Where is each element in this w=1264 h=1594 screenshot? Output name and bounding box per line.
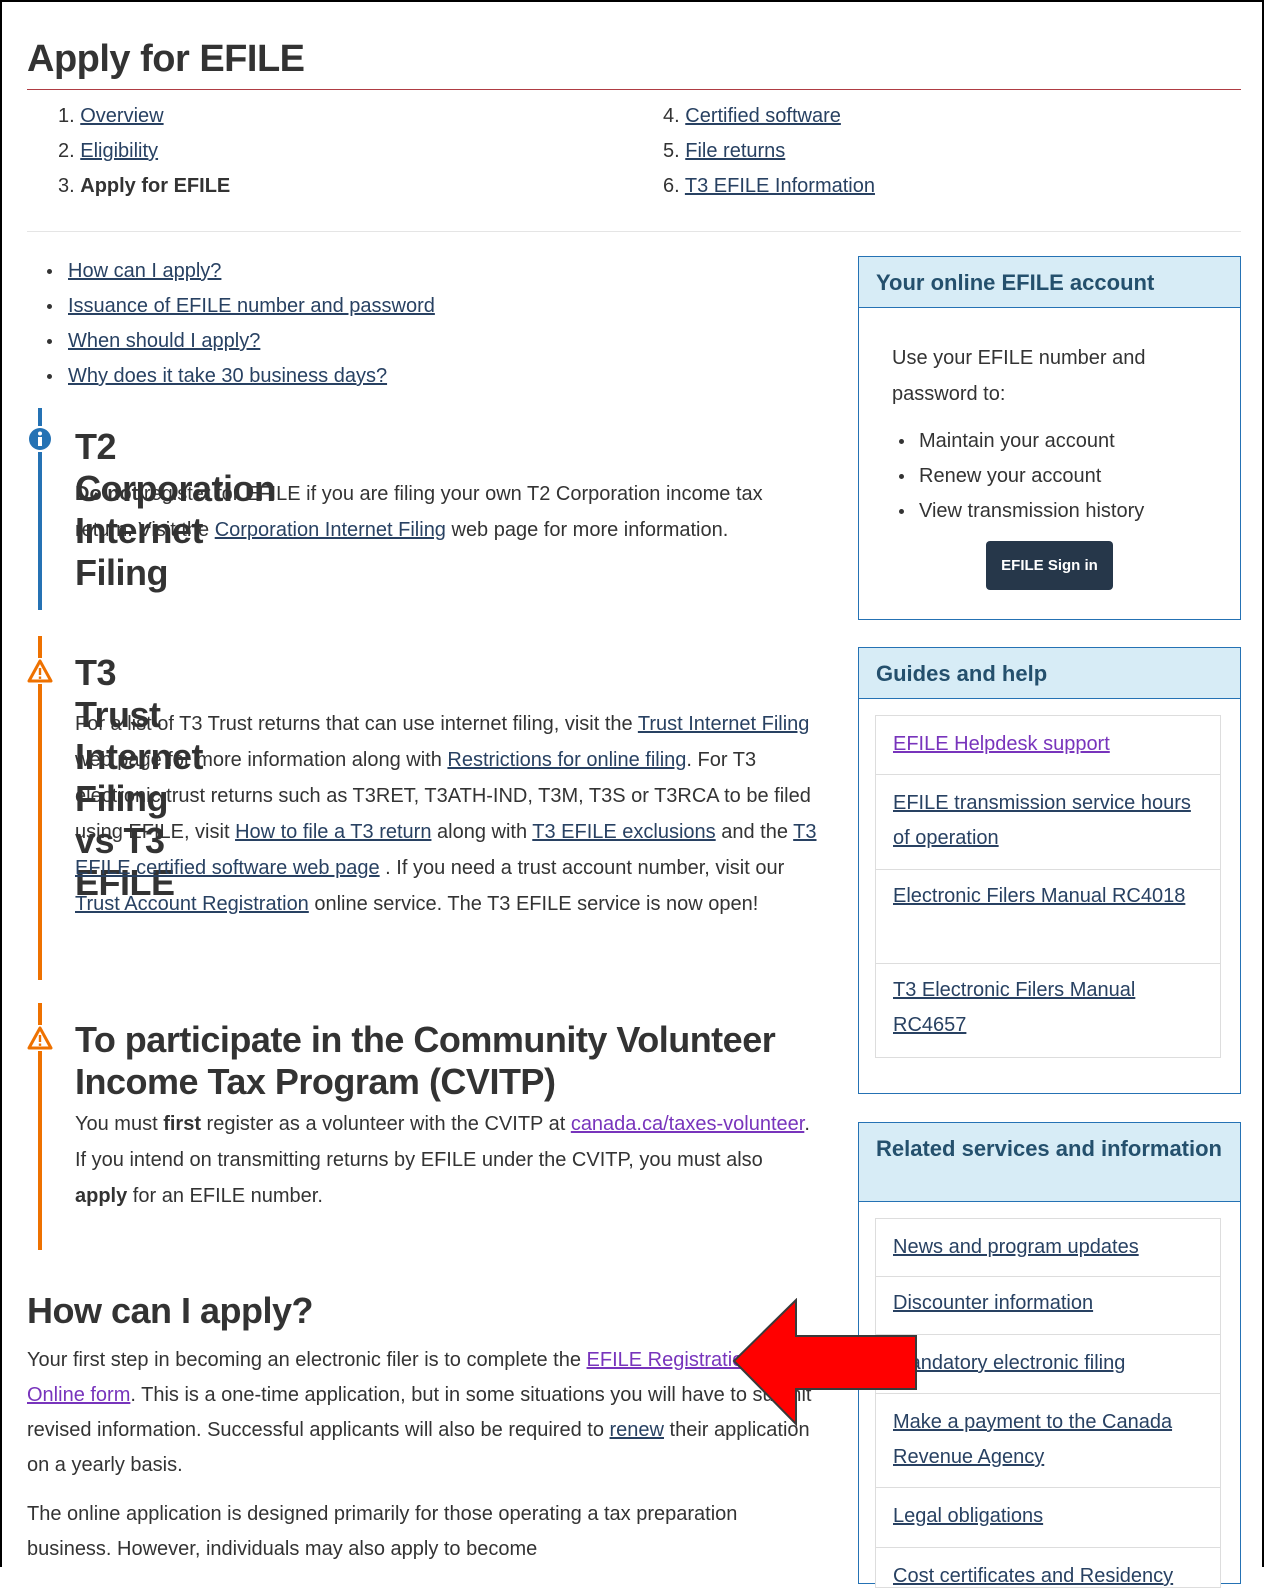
t2-text-part: web page for more information. bbox=[445, 519, 729, 541]
account-action-item: Maintain your account bbox=[897, 425, 1144, 460]
how-can-i-apply-heading: How can I apply? bbox=[27, 1290, 314, 1331]
title-rule bbox=[27, 89, 1241, 90]
step-current-apply: Apply for EFILE bbox=[80, 175, 231, 197]
related-list-item: Legal obligations bbox=[875, 1488, 1221, 1548]
news-updates-link[interactable]: News and program updates bbox=[893, 1236, 1139, 1258]
mandatory-efiling-link[interactable]: Mandatory electronic filing bbox=[893, 1352, 1125, 1374]
guides-list-item: EFILE transmission service hours of oper… bbox=[875, 775, 1221, 870]
toc-link-why-30-days[interactable]: Why does it take 30 business days? bbox=[68, 365, 387, 387]
trust-internet-filing-link[interactable]: Trust Internet Filing bbox=[638, 713, 810, 735]
toc-item: When should I apply? bbox=[35, 326, 435, 361]
steps-divider bbox=[27, 231, 1241, 232]
online-application-paragraph: The online application is designed prima… bbox=[27, 1503, 738, 1560]
step-item-t3-efile-info: 6. T3 EFILE Information bbox=[663, 172, 875, 207]
efile-account-panel: Your online EFILE account Use your EFILE… bbox=[858, 256, 1241, 620]
cvitp-alert-text: You must first register as a volunteer w… bbox=[75, 1106, 820, 1214]
related-list-item: Discounter information bbox=[875, 1277, 1221, 1335]
toc-item: How can I apply? bbox=[35, 256, 435, 291]
guides-list-item: T3 Electronic Filers Manual RC4657 bbox=[875, 964, 1221, 1058]
cvitp-text-part: register as a volunteer with the CVITP a… bbox=[201, 1113, 571, 1135]
step-link-file-returns[interactable]: File returns bbox=[685, 140, 785, 162]
step-number: 6. bbox=[663, 175, 680, 197]
step-item-eligibility: 2. Eligibility bbox=[58, 137, 230, 172]
how-text-part: Your first step in becoming an electroni… bbox=[27, 1349, 587, 1371]
t3-text-part: For a list of T3 Trust returns that can … bbox=[75, 713, 638, 735]
warning-triangle-icon bbox=[27, 658, 53, 684]
t3-efile-exclusions-link[interactable]: T3 EFILE exclusions bbox=[532, 821, 715, 843]
corporation-internet-filing-link[interactable]: Corporation Internet Filing bbox=[215, 519, 446, 541]
step-number: 2. bbox=[58, 140, 75, 162]
red-arrow-icon bbox=[732, 1298, 917, 1427]
how-to-file-t3-link[interactable]: How to file a T3 return bbox=[235, 821, 431, 843]
related-link-list: News and program updates Discounter info… bbox=[875, 1218, 1221, 1588]
guides-link-list: EFILE Helpdesk support EFILE transmissio… bbox=[875, 715, 1221, 1058]
electronic-filers-manual-link[interactable]: Electronic Filers Manual RC4018 bbox=[893, 885, 1185, 907]
transmission-hours-link[interactable]: EFILE transmission service hours of oper… bbox=[893, 792, 1191, 849]
cvitp-text-part: You must bbox=[75, 1113, 164, 1135]
trust-account-registration-link[interactable]: Trust Account Registration bbox=[75, 893, 309, 915]
step-item-apply: 3. Apply for EFILE bbox=[58, 172, 230, 207]
t3-text-part: along with bbox=[431, 821, 533, 843]
restrictions-online-filing-link[interactable]: Restrictions for online filing bbox=[447, 749, 686, 771]
related-list-item: Make a payment to the Canada Revenue Age… bbox=[875, 1394, 1221, 1488]
step-item-certified-software: 4. Certified software bbox=[663, 102, 875, 137]
toc-item: Why does it take 30 business days? bbox=[35, 361, 435, 396]
discounter-info-link[interactable]: Discounter information bbox=[893, 1292, 1093, 1314]
account-action-item: View transmission history bbox=[897, 495, 1144, 530]
step-link-certified-software[interactable]: Certified software bbox=[685, 105, 841, 127]
toc-link-when-apply[interactable]: When should I apply? bbox=[68, 330, 260, 352]
account-panel-heading: Your online EFILE account bbox=[859, 257, 1240, 308]
step-number: 4. bbox=[663, 105, 680, 127]
steps-nav-left: 1. Overview 2. Eligibility 3. Apply for … bbox=[58, 102, 230, 207]
legal-obligations-link[interactable]: Legal obligations bbox=[893, 1505, 1043, 1527]
t3-text-part: online service. The T3 EFILE service is … bbox=[308, 893, 759, 915]
related-list-item: Cost certificates and Residency bbox=[875, 1548, 1221, 1588]
cvitp-text-part: for an EFILE number. bbox=[127, 1185, 323, 1207]
t3-electronic-filers-manual-link[interactable]: T3 Electronic Filers Manual RC4657 bbox=[893, 979, 1135, 1036]
t3-alert-text: For a list of T3 Trust returns that can … bbox=[75, 706, 820, 922]
efile-sign-in-button[interactable]: EFILE Sign in bbox=[986, 541, 1113, 590]
cost-certificates-link[interactable]: Cost certificates and Residency bbox=[893, 1565, 1173, 1587]
helpdesk-support-link[interactable]: EFILE Helpdesk support bbox=[893, 733, 1110, 755]
cvitp-bold-text: apply bbox=[75, 1185, 128, 1207]
step-link-t3-efile-info[interactable]: T3 EFILE Information bbox=[685, 175, 875, 197]
cvitp-bold-text: first bbox=[163, 1113, 201, 1135]
t3-text-part: and the bbox=[715, 821, 794, 843]
guides-list-item: Electronic Filers Manual RC4018 bbox=[875, 870, 1221, 964]
info-circle-icon bbox=[27, 426, 53, 452]
guides-list-item: EFILE Helpdesk support bbox=[875, 715, 1221, 775]
step-link-overview[interactable]: Overview bbox=[80, 105, 163, 127]
warning-triangle-icon bbox=[27, 1025, 53, 1051]
step-number: 5. bbox=[663, 140, 680, 162]
account-intro-text: Use your EFILE number and password to: bbox=[892, 347, 1146, 405]
step-link-eligibility[interactable]: Eligibility bbox=[80, 140, 158, 162]
t2-bold-text: Do not bbox=[75, 483, 139, 505]
step-number: 1. bbox=[58, 105, 75, 127]
on-this-page-list: How can I apply? Issuance of EFILE numbe… bbox=[35, 256, 435, 396]
toc-link-how-apply[interactable]: How can I apply? bbox=[68, 260, 221, 282]
how-apply-paragraph: Your first step in becoming an electroni… bbox=[27, 1343, 817, 1483]
account-action-item: Renew your account bbox=[897, 460, 1144, 495]
t3-text-part: web page for more information along with bbox=[75, 749, 448, 771]
renew-link[interactable]: renew bbox=[610, 1419, 664, 1441]
related-list-item: Mandatory electronic filing bbox=[875, 1335, 1221, 1394]
toc-link-issuance[interactable]: Issuance of EFILE number and password bbox=[68, 295, 435, 317]
warning-alert-bar bbox=[38, 636, 42, 980]
step-number: 3. bbox=[58, 175, 75, 197]
toc-item: Issuance of EFILE number and password bbox=[35, 291, 435, 326]
step-item-overview: 1. Overview bbox=[58, 102, 230, 137]
related-list-item: News and program updates bbox=[875, 1218, 1221, 1277]
make-payment-link[interactable]: Make a payment to the Canada Revenue Age… bbox=[893, 1411, 1172, 1468]
steps-nav-right: 4. Certified software 5. File returns 6.… bbox=[663, 102, 875, 207]
guides-panel-heading: Guides and help bbox=[859, 648, 1240, 699]
page-title: Apply for EFILE bbox=[27, 38, 305, 80]
step-item-file-returns: 5. File returns bbox=[663, 137, 875, 172]
cvitp-alert-heading: To participate in the Community Voluntee… bbox=[75, 1019, 776, 1102]
guides-help-panel: Guides and help EFILE Helpdesk support E… bbox=[858, 647, 1241, 1094]
account-actions-list: Maintain your account Renew your account… bbox=[897, 425, 1144, 530]
t3-text-part: . If you need a trust account number, vi… bbox=[379, 857, 785, 879]
t2-alert-text: Do not register for EFILE if you are fil… bbox=[75, 476, 820, 548]
related-panel-heading: Related services and information bbox=[859, 1123, 1240, 1202]
taxes-volunteer-link[interactable]: canada.ca/taxes-volunteer bbox=[571, 1113, 805, 1135]
